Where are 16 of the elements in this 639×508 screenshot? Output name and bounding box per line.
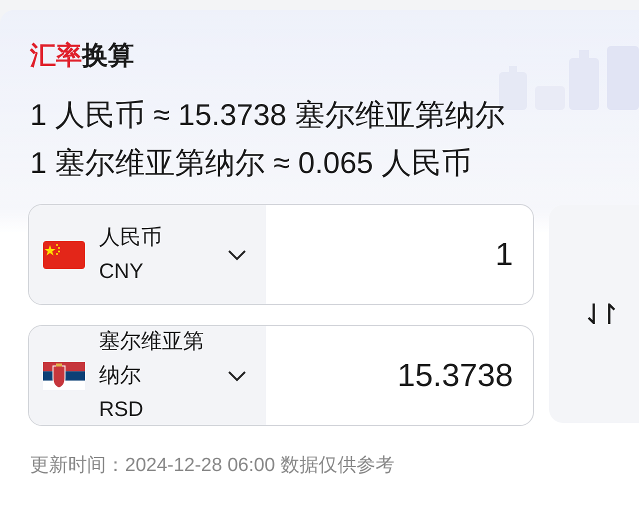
currency-name: 塞尔维亚第纳尔 [99, 328, 205, 388]
serbia-flag-icon [43, 362, 85, 390]
page-title: 汇率换算 [30, 40, 134, 70]
update-time-text: 更新时间：2024-12-28 06:00 数据仅供参考 [30, 454, 394, 478]
currency-input-field[interactable]: 塞尔维亚第纳尔 RSD 15.3738 [28, 325, 534, 426]
currency-selector[interactable]: 塞尔维亚第纳尔 RSD [29, 326, 266, 425]
exchange-rate-text: 1 塞尔维亚第纳尔 ≈ 0.065 人民币 [30, 146, 472, 182]
china-flag-icon [43, 240, 85, 268]
currency-code: CNY [99, 258, 144, 284]
chevron-down-icon [227, 370, 247, 382]
chevron-down-icon [227, 248, 247, 260]
exchange-rate-text: 1 人民币 ≈ 15.3738 塞尔维亚第纳尔 [30, 98, 505, 134]
currency-code: RSD [99, 396, 144, 422]
currency-selector[interactable]: 人民币 CNY [29, 205, 266, 304]
currency-name: 人民币 [99, 224, 163, 250]
currency-input-field[interactable]: 人民币 CNY 1 [28, 204, 534, 305]
